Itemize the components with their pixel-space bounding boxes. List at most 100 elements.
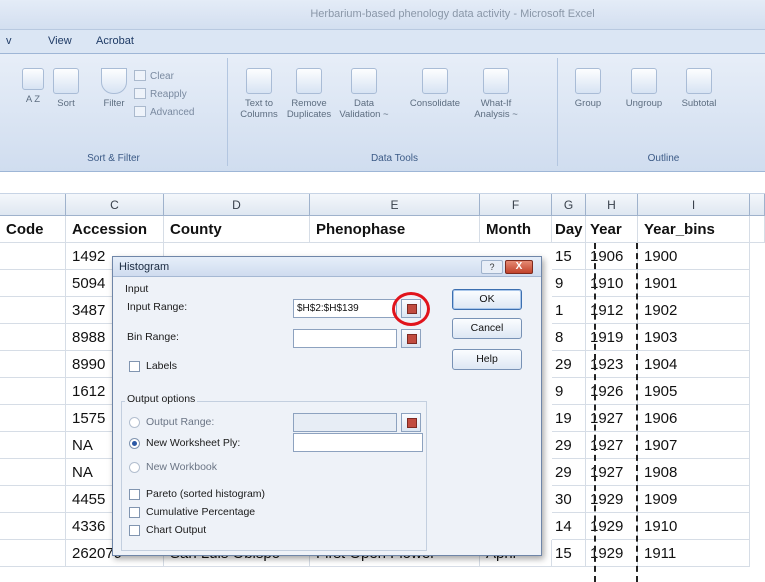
subtotal-button[interactable]: Subtotal — [672, 68, 726, 109]
new-workbook-radio[interactable] — [129, 462, 140, 473]
col-header-c[interactable]: C — [66, 194, 164, 216]
header-accession[interactable]: Accession — [66, 216, 164, 243]
sort-az-button[interactable]: A Z — [18, 68, 48, 105]
cell-year-bin[interactable]: 1907 — [638, 432, 750, 459]
cell-year-bin[interactable]: 1900 — [638, 243, 750, 270]
cell-code[interactable] — [0, 351, 66, 378]
output-range-collapse-icon[interactable] — [401, 413, 421, 432]
col-header-h[interactable]: H — [586, 194, 638, 216]
header-year[interactable]: Year — [586, 216, 638, 243]
dialog-title: Histogram — [113, 257, 541, 277]
sort-button[interactable]: Sort — [48, 68, 84, 109]
cell-day[interactable]: 15 — [552, 243, 586, 270]
cumulative-percentage-checkbox[interactable] — [129, 507, 140, 518]
header-phenophase[interactable]: Phenophase — [310, 216, 480, 243]
what-if-button[interactable]: What-If Analysis ~ — [470, 68, 522, 120]
cell-code[interactable] — [0, 324, 66, 351]
cell-year-bin[interactable]: 1904 — [638, 351, 750, 378]
tab-view[interactable]: View — [48, 35, 72, 47]
chart-output-checkbox[interactable] — [129, 525, 140, 536]
cell-day[interactable]: 29 — [552, 351, 586, 378]
reapply-button[interactable]: Reapply — [134, 88, 187, 100]
cell-day[interactable]: 15 — [552, 540, 586, 567]
sort-filter-group-label: Sort & Filter — [87, 153, 140, 164]
cell-day[interactable]: 29 — [552, 432, 586, 459]
cell-code[interactable] — [0, 270, 66, 297]
labels-checkbox[interactable] — [129, 361, 140, 372]
cell-year-bin[interactable]: 1903 — [638, 324, 750, 351]
col-header-b[interactable] — [0, 194, 66, 216]
consolidate-button[interactable]: Consolidate — [400, 68, 470, 109]
col-header-g[interactable]: G — [552, 194, 586, 216]
col-header-f[interactable]: F — [480, 194, 552, 216]
output-range-radio[interactable] — [129, 417, 140, 428]
header-day[interactable]: Day — [552, 216, 586, 243]
col-header-e[interactable]: E — [310, 194, 480, 216]
clear-icon — [134, 70, 146, 81]
help-button[interactable]: Help — [452, 349, 522, 370]
text-to-columns-button[interactable]: Text to Columns — [236, 68, 282, 120]
ok-button[interactable]: OK — [452, 289, 522, 310]
group-sort-filter: A Z Sort Filter Clear Reapply Advanced S… — [0, 58, 228, 166]
header-month[interactable]: Month — [480, 216, 552, 243]
cell-code[interactable] — [0, 540, 66, 567]
close-icon[interactable]: X — [505, 260, 533, 274]
cell-code[interactable] — [0, 378, 66, 405]
output-range-field[interactable] — [293, 413, 397, 432]
cancel-button[interactable]: Cancel — [452, 318, 522, 339]
cell-year-bin[interactable]: 1905 — [638, 378, 750, 405]
clear-button[interactable]: Clear — [134, 70, 174, 82]
col-header-d[interactable]: D — [164, 194, 310, 216]
ungroup-button[interactable]: Ungroup — [616, 68, 672, 109]
header-code[interactable]: Code — [0, 216, 66, 243]
cell-year-bin[interactable]: 1901 — [638, 270, 750, 297]
input-range-label: Input Range: — [127, 301, 188, 313]
cell-code[interactable] — [0, 432, 66, 459]
help-icon[interactable]: ? — [481, 260, 503, 274]
new-worksheet-radio[interactable] — [129, 438, 140, 449]
input-range-field[interactable]: $H$2:$H$139 — [293, 299, 397, 318]
tab-partial[interactable]: v — [6, 35, 12, 47]
cell-code[interactable] — [0, 405, 66, 432]
bin-range-field[interactable] — [293, 329, 397, 348]
cell-year-bin[interactable]: 1910 — [638, 513, 750, 540]
new-workbook-label: New Workbook — [146, 461, 217, 473]
cell-day[interactable]: 9 — [552, 270, 586, 297]
outline-group-label: Outline — [647, 153, 680, 164]
cell-code[interactable] — [0, 297, 66, 324]
data-validation-button[interactable]: Data Validation ~ — [336, 68, 392, 120]
cell-year-bin[interactable]: 1908 — [638, 459, 750, 486]
group-button[interactable]: Group — [564, 68, 612, 109]
cell-day[interactable]: 30 — [552, 486, 586, 513]
new-worksheet-name-field[interactable] — [293, 433, 423, 452]
group-icon — [575, 68, 601, 94]
remove-duplicates-button[interactable]: Remove Duplicates — [282, 68, 336, 120]
header-year-bins[interactable]: Year_bins — [638, 216, 750, 243]
sort-az-label: A Z — [25, 94, 41, 105]
header-county[interactable]: County — [164, 216, 310, 243]
cell-day[interactable]: 19 — [552, 405, 586, 432]
bin-range-collapse-icon[interactable] — [401, 329, 421, 348]
advanced-button[interactable]: Advanced — [134, 106, 194, 118]
cell-code[interactable] — [0, 459, 66, 486]
cell-code[interactable] — [0, 513, 66, 540]
cell-day[interactable]: 1 — [552, 297, 586, 324]
formula-bar-strip[interactable] — [0, 172, 765, 194]
cell-day[interactable]: 29 — [552, 459, 586, 486]
cell-code[interactable] — [0, 243, 66, 270]
header-j[interactable] — [750, 216, 765, 243]
filter-icon — [101, 68, 127, 94]
pareto-checkbox[interactable] — [129, 489, 140, 500]
cell-year-bin[interactable]: 1911 — [638, 540, 750, 567]
tab-acrobat[interactable]: Acrobat — [96, 35, 134, 47]
cell-year-bin[interactable]: 1909 — [638, 486, 750, 513]
col-header-i[interactable]: I — [638, 194, 750, 216]
cell-day[interactable]: 14 — [552, 513, 586, 540]
cell-year-bin[interactable]: 1902 — [638, 297, 750, 324]
cell-day[interactable]: 8 — [552, 324, 586, 351]
cell-code[interactable] — [0, 486, 66, 513]
cell-day[interactable]: 9 — [552, 378, 586, 405]
col-header-j[interactable] — [750, 194, 765, 216]
filter-button[interactable]: Filter — [96, 68, 132, 109]
cell-year-bin[interactable]: 1906 — [638, 405, 750, 432]
